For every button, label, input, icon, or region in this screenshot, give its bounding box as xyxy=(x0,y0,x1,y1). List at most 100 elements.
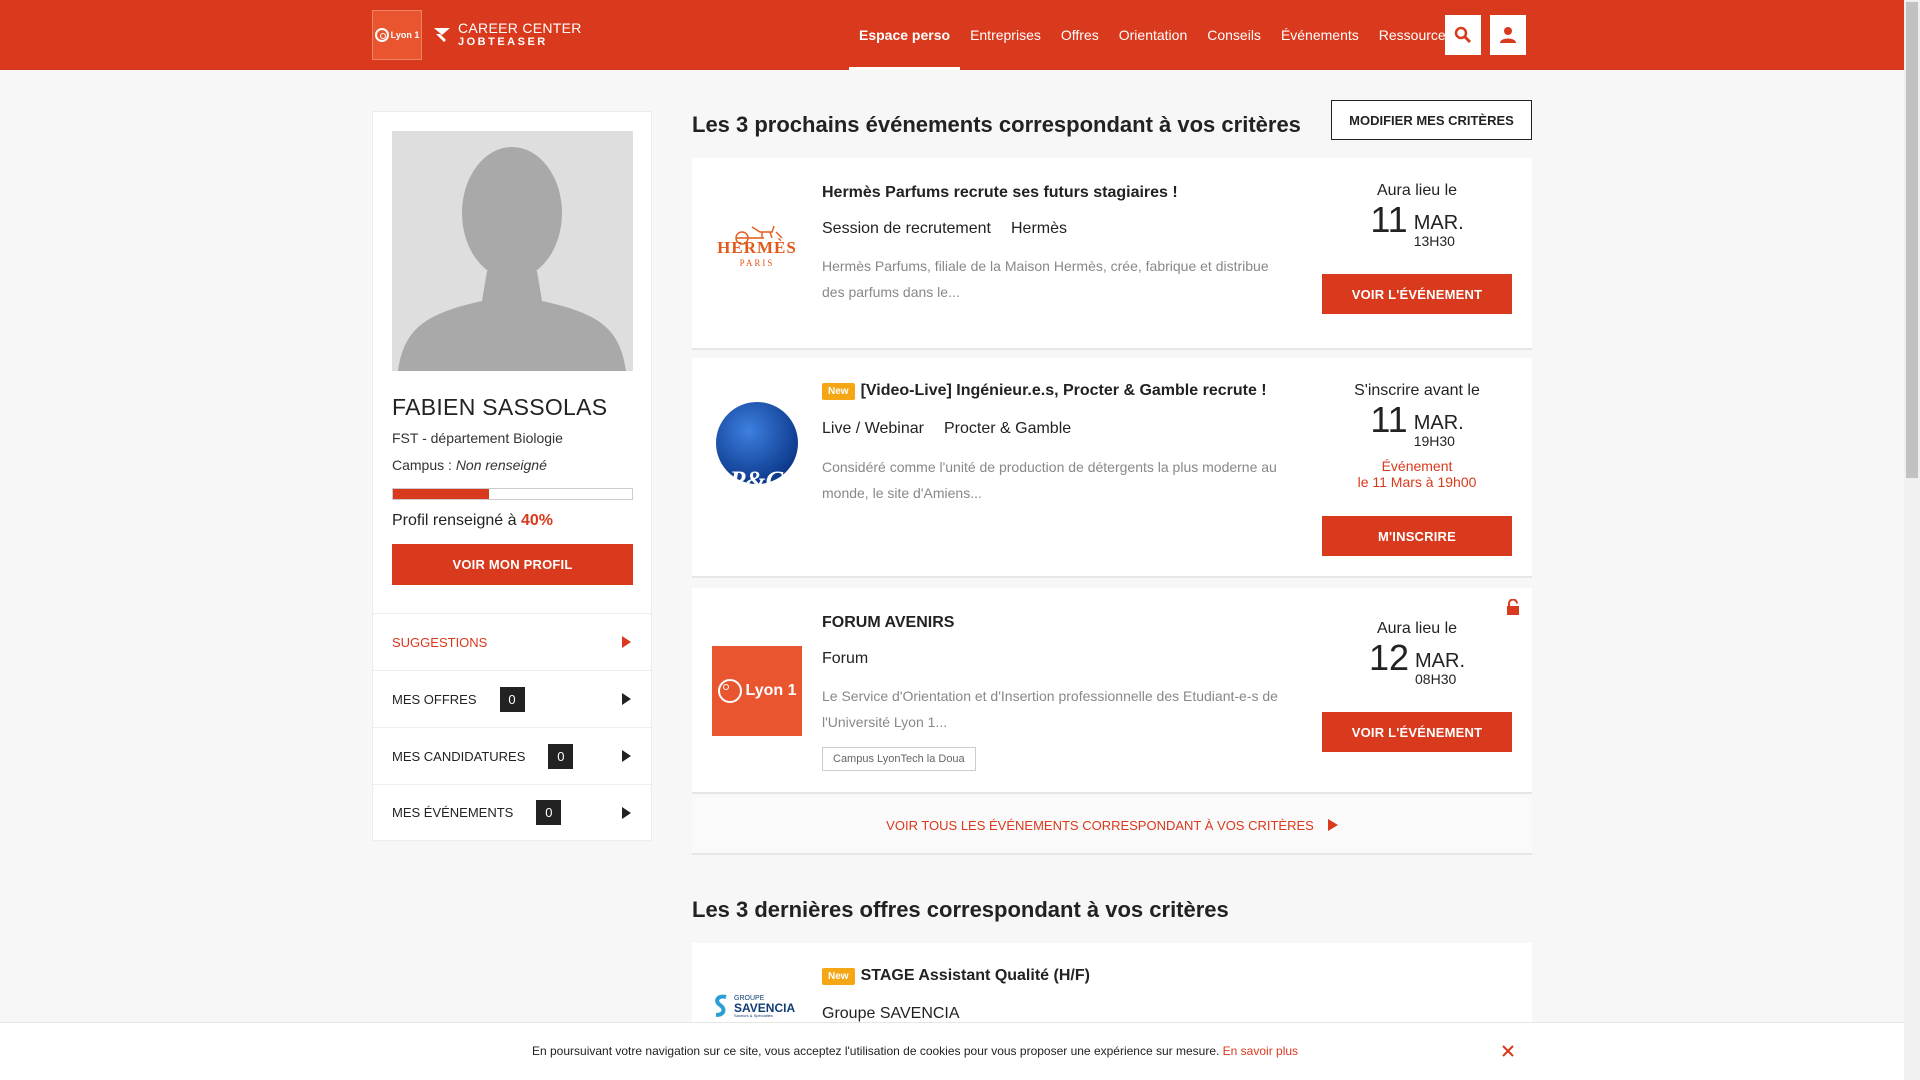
event-type: Forum xyxy=(822,650,869,667)
profile-card: FABIEN SASSOLAS FST - département Biolog… xyxy=(372,111,652,841)
event-type: Live / Webinar xyxy=(822,420,924,437)
event-date: Aura lieu le 12 MAR. 08H30 xyxy=(1322,620,1512,688)
offer-company: Groupe SAVENCIA xyxy=(822,1005,960,1022)
arrow-right-icon xyxy=(622,636,631,648)
event-date-label: Aura lieu le xyxy=(1376,620,1458,637)
career-center-text: CAREER CENTER xyxy=(458,20,582,36)
event-month: MAR. xyxy=(1415,650,1466,672)
jobteaser-text: JOBTEASER xyxy=(458,36,548,48)
event-time: 13H30 xyxy=(1413,233,1455,249)
menu-suggestions-label: SUGGESTIONS xyxy=(392,634,488,650)
event-title[interactable]: [Video-Live] Ingénieur.e.s, Procter & Ga… xyxy=(861,382,1267,400)
event-card[interactable]: Lyon 1 FORUM AVENIRS Forum Le Service d'… xyxy=(692,588,1532,794)
view-profile-button[interactable]: VOIR MON PROFIL xyxy=(392,544,633,585)
event-description: Hermès Parfums, filiale de la Maison Her… xyxy=(822,258,1269,300)
lyon1-swirl-icon xyxy=(374,28,389,42)
event-company: Procter & Gamble xyxy=(943,420,1072,437)
cookie-text: En poursuivant votre navigation sur ce s… xyxy=(532,1044,1298,1058)
events-section-title: Les 3 prochains événements correspondant… xyxy=(692,112,1301,137)
profile-progress-fill xyxy=(393,489,489,499)
savencia-logo: GROUPE SAVENCIA Saveurs & Spécialités xyxy=(712,993,802,1019)
menu-suggestions[interactable]: SUGGESTIONS xyxy=(373,613,651,670)
campus-value: Non renseigné xyxy=(455,457,547,473)
menu-mes-offres-label: MES OFFRES xyxy=(392,691,477,707)
event-note-line2: le 11 Mars à 19h00 xyxy=(1357,474,1477,490)
cookie-banner: En poursuivant votre navigation sur ce s… xyxy=(0,1022,1904,1080)
event-description: Le Service d'Orientation et d'Insertion … xyxy=(822,688,1278,730)
menu-mes-candidatures-label: MES CANDIDATURES xyxy=(392,748,526,764)
nav-espace-perso[interactable]: Espace perso xyxy=(849,0,961,70)
event-day: 12 xyxy=(1368,637,1410,678)
event-title[interactable]: FORUM AVENIRS xyxy=(822,614,954,632)
event-day: 11 xyxy=(1370,199,1408,240)
nav-entreprises[interactable]: Entreprises xyxy=(960,0,1051,70)
nav-evenements[interactable]: Événements xyxy=(1271,0,1369,70)
profile-progress-bar xyxy=(392,488,633,500)
account-button[interactable] xyxy=(1490,15,1526,55)
event-type: Session de recrutement xyxy=(822,220,991,237)
offer-title[interactable]: STAGE Assistant Qualité (H/F) xyxy=(861,967,1090,985)
event-time: 08H30 xyxy=(1415,671,1457,687)
mes-candidatures-count: 0 xyxy=(548,743,574,769)
nav-orientation[interactable]: Orientation xyxy=(1109,0,1197,70)
arrow-right-icon xyxy=(622,807,631,819)
completion-value: 40% xyxy=(520,512,553,529)
event-date-label: Aura lieu le xyxy=(1376,182,1458,199)
menu-mes-evenements[interactable]: MES ÉVÉNEMENTS 0 xyxy=(373,784,651,841)
savencia-s-icon xyxy=(715,994,727,1017)
avatar xyxy=(392,131,633,371)
cookie-message: En poursuivant votre navigation sur ce s… xyxy=(532,1044,1223,1058)
campus-label: Campus : xyxy=(392,457,456,473)
view-event-button[interactable]: VOIR L'ÉVÉNEMENT xyxy=(1322,274,1512,314)
cookie-learn-more-link[interactable]: En savoir plus xyxy=(1223,1044,1298,1058)
modify-criteria-button[interactable]: MODIFIER MES CRITÈRES xyxy=(1331,100,1532,140)
jobteaser-mark-icon xyxy=(434,28,450,42)
arrow-right-icon xyxy=(622,693,631,705)
jobteaser-logo: CAREER CENTER JOBTEASER xyxy=(432,21,582,49)
page-scrollbar[interactable] xyxy=(1904,0,1920,1080)
event-company: Hermès xyxy=(1010,220,1067,237)
hermes-logo-subtext: PARIS xyxy=(739,258,775,268)
pg-logo-text: P&G xyxy=(729,466,785,495)
top-navigation-bar: Lyon 1 CAREER CENTER JOBTEASER Espace pe… xyxy=(0,0,1904,70)
main-nav: Espace perso Entreprises Offres Orientat… xyxy=(849,0,1463,70)
hermes-logo-text: HERMÈS xyxy=(717,238,797,257)
default-avatar-silhouette xyxy=(398,147,626,371)
lyon1-event-logo-text: Lyon 1 xyxy=(745,682,797,699)
campus-tag[interactable]: Campus LyonTech la Doua xyxy=(822,747,976,771)
lyon1-logo-text: Lyon 1 xyxy=(390,30,420,40)
mes-offres-count: 0 xyxy=(499,686,525,712)
menu-mes-evenements-label: MES ÉVÉNEMENTS xyxy=(392,805,514,820)
menu-mes-offres[interactable]: MES OFFRES 0 xyxy=(373,670,651,727)
close-icon[interactable] xyxy=(1498,1041,1518,1061)
search-button[interactable] xyxy=(1445,15,1481,55)
event-date-label: S'inscrire avant le xyxy=(1354,382,1480,399)
profile-campus: Campus : Non renseigné xyxy=(392,457,547,473)
menu-mes-candidatures[interactable]: MES CANDIDATURES 0 xyxy=(373,727,651,784)
view-event-button[interactable]: VOIR L'ÉVÉNEMENT xyxy=(1322,712,1512,752)
event-date: S'inscrire avant le 11 MAR. 19H30 Événem… xyxy=(1322,382,1512,490)
new-badge: New xyxy=(822,967,855,985)
nav-conseils[interactable]: Conseils xyxy=(1197,0,1271,70)
lyon1-logo: Lyon 1 xyxy=(372,10,422,60)
lock-icon xyxy=(1507,599,1519,615)
event-card[interactable]: P&G New [Video-Live] Ingénieur.e.s, Proc… xyxy=(692,358,1532,578)
event-note: Événement le 11 Mars à 19h00 xyxy=(1322,458,1512,490)
event-description: Considéré comme l'unité de production de… xyxy=(822,459,1277,501)
scrollbar-thumb[interactable] xyxy=(1906,2,1918,478)
savencia-logo-name: SAVENCIA xyxy=(734,1000,796,1015)
lyon1-swirl-icon xyxy=(717,679,742,703)
completion-label: Profil renseigné à xyxy=(392,512,521,529)
nav-offres[interactable]: Offres xyxy=(1051,0,1109,70)
brand-logo[interactable]: Lyon 1 CAREER CENTER JOBTEASER xyxy=(372,10,582,60)
profile-menu: SUGGESTIONS MES OFFRES 0 MES CANDIDATURE… xyxy=(373,613,651,841)
register-button[interactable]: M'INSCRIRE xyxy=(1322,516,1512,556)
new-badge: New xyxy=(822,382,855,400)
event-month: MAR. xyxy=(1413,212,1464,234)
profile-name: FABIEN SASSOLAS xyxy=(392,394,608,420)
arrow-right-icon xyxy=(622,750,631,762)
search-icon xyxy=(1454,26,1472,44)
see-all-events-link[interactable]: VOIR TOUS LES ÉVÉNEMENTS CORRESPONDANT À… xyxy=(692,797,1532,855)
event-card[interactable]: HERMÈS PARIS Hermès Parfums recrute ses … xyxy=(692,158,1532,350)
event-title[interactable]: Hermès Parfums recrute ses futurs stagia… xyxy=(822,184,1178,202)
